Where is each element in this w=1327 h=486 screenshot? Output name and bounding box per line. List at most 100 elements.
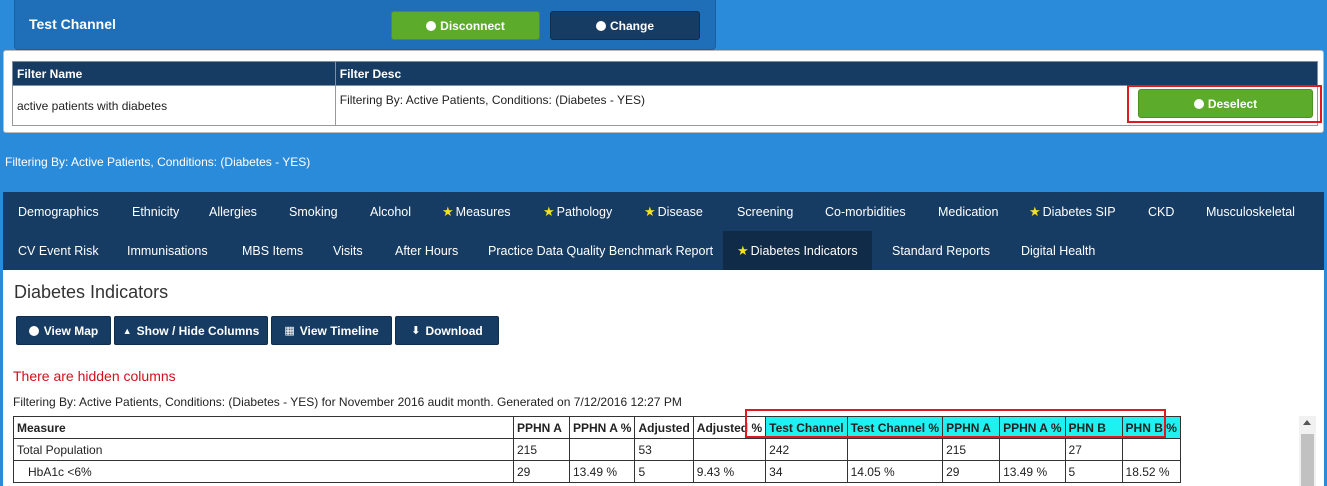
- tab-label: Diabetes Indicators: [750, 243, 858, 258]
- star-icon: ★: [1029, 203, 1041, 219]
- main-panel: Diabetes Indicators View Map ▲ Show / Hi…: [3, 270, 1324, 486]
- tab-label: Demographics: [18, 204, 99, 219]
- view-map-label: View Map: [43, 323, 99, 338]
- tab-musculoskeletal[interactable]: Musculoskeletal: [1192, 192, 1309, 231]
- table-cell: Total Population: [13, 438, 514, 461]
- tab-diabetes-indicators[interactable]: ★ Diabetes Indicators: [723, 231, 872, 270]
- download-icon: ⬇: [411, 325, 421, 337]
- globe-icon: [595, 20, 606, 31]
- view-timeline-label: View Timeline: [299, 323, 379, 338]
- tab-practice-data-quality[interactable]: Practice Data Quality Benchmark Report: [474, 231, 727, 270]
- tab-label: Co-morbidities: [825, 204, 906, 219]
- tab-co-morbidities[interactable]: Co-morbidities: [811, 192, 920, 231]
- tab-after-hours[interactable]: After Hours: [381, 231, 472, 270]
- filter-table: Filter Name Filter Desc active patients …: [12, 61, 1319, 126]
- tab-label: Smoking: [289, 204, 338, 219]
- tab-immunisations[interactable]: Immunisations: [113, 231, 222, 270]
- table-cell: [1121, 438, 1181, 461]
- table-cell: 215: [513, 438, 570, 461]
- tab-demographics[interactable]: Demographics: [4, 192, 113, 231]
- tab-alcohol[interactable]: Alcohol: [356, 192, 425, 231]
- filter-summary: Filtering By: Active Patients, Condition…: [5, 155, 311, 169]
- tab-smoking[interactable]: Smoking: [275, 192, 352, 231]
- scroll-thumb[interactable]: [1301, 434, 1314, 486]
- table-cell: 9.43 %: [692, 460, 767, 483]
- filter-desc-header: Filter Desc: [334, 61, 1319, 86]
- disconnect-label: Disconnect: [440, 18, 505, 33]
- table-cell: 215: [942, 438, 1001, 461]
- table-cell: 18.52 %: [1121, 460, 1181, 483]
- table-cell: 5: [1064, 460, 1123, 483]
- highlight-box-deselect: [1127, 85, 1322, 123]
- scroll-up-arrow-icon[interactable]: [1303, 420, 1311, 425]
- tab-visits[interactable]: Visits: [319, 231, 377, 270]
- download-button[interactable]: ⬇ Download: [395, 316, 499, 345]
- tab-cv-event-risk[interactable]: CV Event Risk: [4, 231, 113, 270]
- filter-name-cell: active patients with diabetes: [12, 85, 336, 126]
- table-cell: 29: [513, 460, 570, 483]
- highlight-box-columns: [745, 409, 1166, 438]
- table-cell: 14.05 %: [846, 460, 944, 483]
- table-cell: 13.49 %: [999, 460, 1066, 483]
- page-title: Diabetes Indicators: [14, 282, 169, 302]
- tab-medication[interactable]: Medication: [924, 192, 1012, 231]
- tab-label: Standard Reports: [892, 243, 990, 258]
- tab-screening[interactable]: Screening: [723, 192, 807, 231]
- disconnect-button[interactable]: Disconnect: [391, 11, 540, 40]
- tab-ethnicity[interactable]: Ethnicity: [118, 192, 193, 231]
- grid-icon: ▦: [284, 325, 295, 337]
- tab-label: Musculoskeletal: [1206, 204, 1295, 219]
- tab-label: Practice Data Quality Benchmark Report: [488, 243, 714, 258]
- table-cell: [692, 438, 767, 461]
- star-icon: ★: [737, 242, 749, 258]
- view-map-button[interactable]: View Map: [16, 316, 111, 345]
- show-hide-label: Show / Hide Columns: [136, 323, 260, 338]
- table-cell: 13.49 %: [568, 460, 636, 483]
- view-timeline-button[interactable]: ▦ View Timeline: [271, 316, 392, 345]
- tab-label: Allergies: [209, 204, 257, 219]
- tab-label: Immunisations: [127, 243, 208, 258]
- change-button[interactable]: Change: [550, 11, 700, 40]
- tab-label: Digital Health: [1021, 243, 1096, 258]
- tab-label: MBS Items: [242, 243, 304, 258]
- tab-label: Visits: [333, 243, 363, 258]
- table-cell[interactable]: HbA1c <6%: [13, 460, 514, 483]
- table-cell: 5: [634, 460, 694, 483]
- filter-panel: Filter Name Filter Desc active patients …: [3, 50, 1324, 133]
- tab-label: Alcohol: [370, 204, 411, 219]
- hidden-columns-warning: There are hidden columns: [13, 368, 176, 384]
- column-header[interactable]: Measure: [13, 416, 514, 439]
- table-cell: 27: [1064, 438, 1123, 461]
- filter-name-header: Filter Name: [12, 61, 336, 86]
- globe-icon: [426, 20, 437, 31]
- tab-disease[interactable]: ★ Disease: [630, 192, 717, 231]
- column-header[interactable]: Adjusted: [634, 416, 694, 439]
- tab-label: Diabetes SIP: [1042, 204, 1116, 219]
- tab-measures[interactable]: ★ Measures: [428, 192, 525, 231]
- tab-label: CV Event Risk: [18, 243, 99, 258]
- globe-icon: [28, 325, 39, 336]
- tab-digital-health[interactable]: Digital Health: [1007, 231, 1109, 270]
- vertical-scrollbar[interactable]: [1299, 416, 1316, 486]
- tab-mbs-items[interactable]: MBS Items: [228, 231, 317, 270]
- tab-label: Measures: [455, 204, 511, 219]
- download-label: Download: [425, 323, 483, 338]
- tab-label: After Hours: [395, 243, 459, 258]
- table-cell: 34: [765, 460, 848, 483]
- tab-allergies[interactable]: Allergies: [195, 192, 271, 231]
- tab-standard-reports[interactable]: Standard Reports: [878, 231, 1004, 270]
- channel-title: Test Channel: [29, 16, 116, 32]
- change-label: Change: [609, 18, 654, 33]
- tab-pathology[interactable]: ★ Pathology: [529, 192, 626, 231]
- report-nav: Demographics Ethnicity Allergies Smoking…: [3, 192, 1324, 270]
- column-header[interactable]: PPHN A %: [568, 416, 636, 439]
- table-row: HbA1c <6% 29 13.49 % 5 9.43 % 34 14.05 %…: [13, 460, 1181, 483]
- tab-label: Disease: [657, 204, 703, 219]
- table-cell: 29: [942, 460, 1001, 483]
- tab-diabetes-sip[interactable]: ★ Diabetes SIP: [1015, 192, 1130, 231]
- column-header[interactable]: PPHN A: [513, 416, 570, 439]
- caret-up-icon: ▲: [122, 325, 132, 336]
- tab-ckd[interactable]: CKD: [1134, 192, 1188, 231]
- show-hide-columns-button[interactable]: ▲ Show / Hide Columns: [114, 316, 268, 345]
- report-generated-note: Filtering By: Active Patients, Condition…: [13, 395, 682, 409]
